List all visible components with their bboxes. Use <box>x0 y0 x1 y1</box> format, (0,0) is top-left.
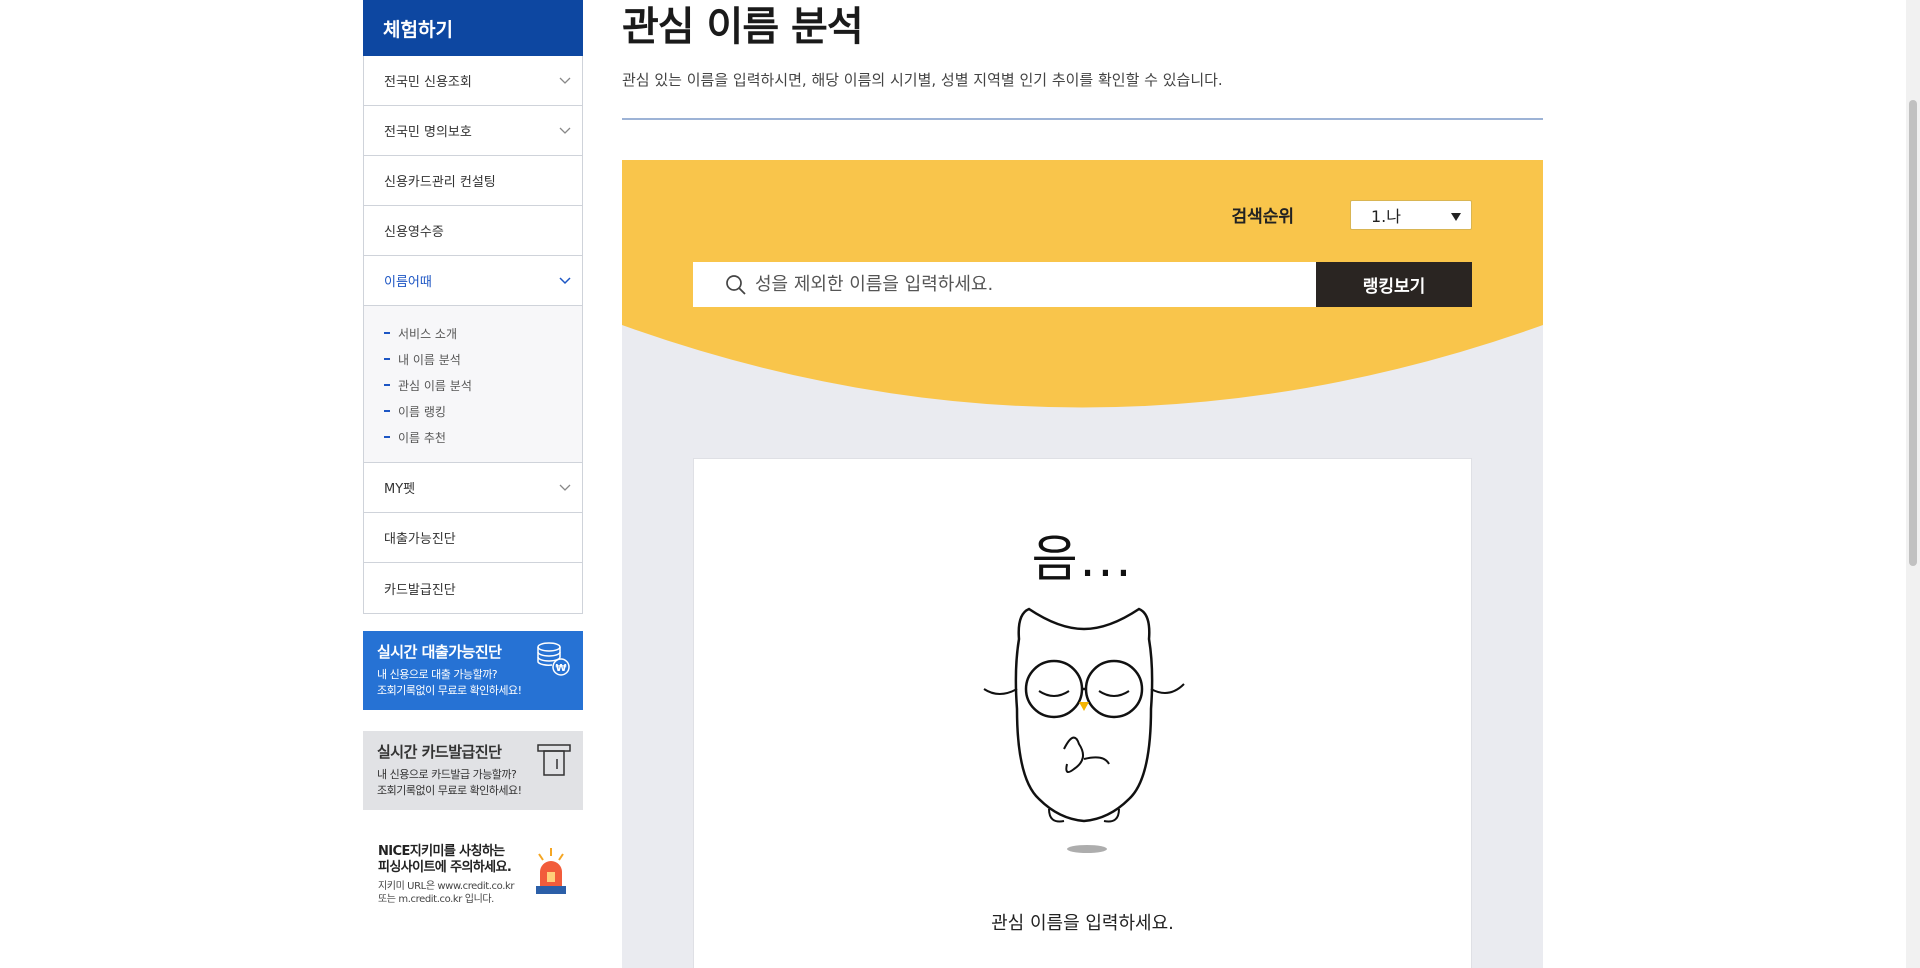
sidebar-submenu: 서비스 소개 내 이름 분석 관심 이름 분석 이름 랭킹 이름 추천 <box>364 306 582 463</box>
dash-icon <box>384 410 390 412</box>
chevron-down-icon <box>558 274 572 288</box>
svg-text:₩: ₩ <box>555 663 566 674</box>
sidebar-item-card-consulting[interactable]: 신용카드관리 컨설팅 <box>364 156 582 206</box>
sidebar-item-my-pet[interactable]: MY펫 <box>364 463 582 513</box>
sidebar: 체험하기 전국민 신용조회 전국민 명의보호 신용카드관리 컨설팅 신용영수증 … <box>363 0 583 614</box>
sidebar-item-credit-check[interactable]: 전국민 신용조회 <box>364 56 582 106</box>
submenu-item-name-ranking[interactable]: 이름 랭킹 <box>384 398 582 424</box>
submenu-item-service-intro[interactable]: 서비스 소개 <box>384 320 582 346</box>
thinking-owl-illustration <box>979 599 1189 873</box>
submenu-item-my-name[interactable]: 내 이름 분석 <box>384 346 582 372</box>
sidebar-menu: 전국민 신용조회 전국민 명의보호 신용카드관리 컨설팅 신용영수증 이름어때 … <box>363 56 583 614</box>
sidebar-item-label: 대출가능진단 <box>384 532 456 547</box>
sidebar-item-label: 신용카드관리 컨설팅 <box>384 175 496 190</box>
submenu-label: 내 이름 분석 <box>398 352 461 367</box>
hmm-text: 음... <box>1031 530 1134 588</box>
name-search-input[interactable] <box>753 273 1277 296</box>
submenu-item-name-recommend[interactable]: 이름 추천 <box>384 424 582 450</box>
banner-desc-line2: 조회기록없이 무료로 확인하세요! <box>377 784 522 797</box>
page-description: 관심 있는 이름을 입력하시면, 해당 이름의 시기별, 성별 지역별 인기 추… <box>622 71 1223 89</box>
sidebar-item-label: 전국민 신용조회 <box>384 75 472 90</box>
sidebar-item-credit-receipt[interactable]: 신용영수증 <box>364 206 582 256</box>
page-scrollbar[interactable] <box>1906 0 1920 968</box>
sort-label: 검색순위 <box>1231 207 1294 227</box>
ranking-button[interactable]: 랭킹보기 <box>1316 262 1472 307</box>
search-panel: 검색순위 1.나 랭킹보기 음... <box>622 160 1543 968</box>
sidebar-item-loan-diagnosis[interactable]: 대출가능진단 <box>364 513 582 563</box>
sidebar-item-label: 이름어때 <box>384 275 432 290</box>
sidebar-item-name-analysis[interactable]: 이름어때 <box>364 256 582 306</box>
dash-icon <box>384 384 390 386</box>
dash-icon <box>384 332 390 334</box>
sidebar-item-label: 전국민 명의보호 <box>384 125 472 140</box>
coin-stack-icon: ₩ <box>535 641 571 681</box>
submenu-label: 관심 이름 분석 <box>398 378 472 393</box>
card-slot-icon <box>537 741 571 781</box>
sidebar-item-identity-protect[interactable]: 전국민 명의보호 <box>364 106 582 156</box>
phishing-notice-banner[interactable]: NICE지키미를 사칭하는 피싱사이트에 주의하세요. 지키미 URL은 www… <box>363 836 583 912</box>
chevron-down-icon <box>558 481 572 495</box>
submenu-label: 이름 랭킹 <box>398 404 446 419</box>
banner-desc-line2: 조회기록없이 무료로 확인하세요! <box>377 684 522 697</box>
sort-select[interactable]: 1.나 <box>1350 200 1472 230</box>
result-message: 관심 이름을 입력하세요. <box>991 913 1174 934</box>
card-diagnosis-banner[interactable]: 실시간 카드발급진단 내 신용으로 카드발급 가능할까? 조회기록없이 무료로 … <box>363 731 583 810</box>
search-icon <box>725 274 747 296</box>
sidebar-item-label: MY펫 <box>384 482 416 497</box>
submenu-label: 서비스 소개 <box>398 326 458 341</box>
sort-select-value: 1.나 <box>1371 207 1401 226</box>
siren-icon <box>531 846 571 906</box>
submenu-label: 이름 추천 <box>398 430 446 445</box>
submenu-item-interest-name[interactable]: 관심 이름 분석 <box>384 372 582 398</box>
page-title: 관심 이름 분석 <box>622 4 864 50</box>
search-box <box>693 262 1316 307</box>
chevron-down-icon <box>558 74 572 88</box>
dash-icon <box>384 358 390 360</box>
title-divider <box>622 118 1543 120</box>
sidebar-item-label: 신용영수증 <box>384 225 444 240</box>
dash-icon <box>384 436 390 438</box>
caret-down-icon <box>1451 206 1461 225</box>
sidebar-item-card-diagnosis[interactable]: 카드발급진단 <box>364 563 582 613</box>
result-card: 음... 관심 이름을 입력하세요. <box>693 458 1472 968</box>
loan-diagnosis-banner[interactable]: 실시간 대출가능진단 내 신용으로 대출 가능할까? 조회기록없이 무료로 확인… <box>363 631 583 710</box>
chevron-down-icon <box>558 124 572 138</box>
sidebar-item-label: 카드발급진단 <box>384 582 456 598</box>
scrollbar-thumb[interactable] <box>1909 100 1917 566</box>
sidebar-header: 체험하기 <box>363 0 583 56</box>
